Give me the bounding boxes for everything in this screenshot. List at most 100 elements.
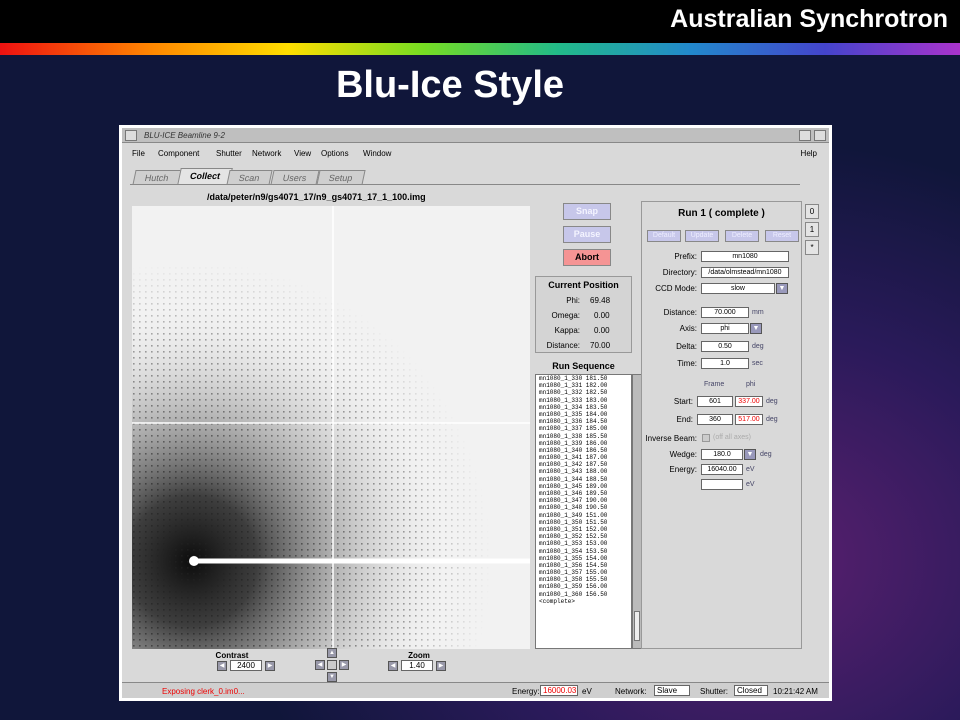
diffraction-image[interactable]	[132, 206, 530, 649]
run-sequence-item[interactable]: mn1080_1_352 152.50	[536, 533, 631, 540]
zoom-input[interactable]: 1.40	[401, 660, 433, 671]
run-sequence-item[interactable]: mn1080_1_339 186.00	[536, 440, 631, 447]
ccd-mode-dropdown-icon[interactable]: ▼	[776, 283, 788, 294]
run-tab-0[interactable]: 0	[805, 204, 819, 219]
time-input[interactable]: 1.0	[701, 358, 749, 369]
menu-help[interactable]: Help	[801, 149, 817, 158]
pause-button[interactable]: Pause	[563, 226, 611, 243]
run-sequence-list[interactable]: mn1080_1_330 181.50 mn1080_1_331 182.00 mn…	[535, 374, 632, 649]
contrast-input[interactable]: 2400	[230, 660, 262, 671]
run-sequence-item[interactable]: mn1080_1_350 151.50	[536, 519, 631, 526]
tab-hutch[interactable]: Hutch	[132, 170, 182, 185]
run-sequence-item[interactable]: <complete>	[536, 598, 631, 605]
run-sequence-title: Run Sequence	[552, 361, 615, 371]
run-sequence-item[interactable]: mn1080_1_351 152.00	[536, 526, 631, 533]
delta-input[interactable]: 0.50	[701, 341, 749, 352]
run-sequence-item[interactable]: mn1080_1_346 189.50	[536, 490, 631, 497]
run-sequence-item[interactable]: mn1080_1_331 182.00	[536, 382, 631, 389]
prefix-label: Prefix:	[674, 252, 697, 261]
delete-button[interactable]: Delete	[725, 230, 759, 242]
run-panel: Run 1 ( complete ) Default Update Delete…	[641, 201, 802, 649]
run-sequence-item[interactable]: mn1080_1_345 189.00	[536, 483, 631, 490]
run-sequence-item[interactable]: mn1080_1_338 185.50	[536, 433, 631, 440]
pan-left-icon[interactable]: ◀	[315, 660, 325, 670]
run-sequence-item[interactable]: mn1080_1_353 153.00	[536, 540, 631, 547]
minimize-icon[interactable]	[799, 130, 811, 141]
tab-scan[interactable]: Scan	[226, 170, 273, 185]
scrollbar-thumb[interactable]	[634, 611, 640, 641]
run-sequence-item[interactable]: mn1080_1_356 154.50	[536, 562, 631, 569]
run-sequence-item[interactable]: mn1080_1_357 155.00	[536, 569, 631, 576]
menu-network[interactable]: Network	[252, 149, 281, 158]
axis-select[interactable]: phi	[701, 323, 749, 334]
wedge-input[interactable]: 180.0	[701, 449, 743, 460]
inverse-beam-checkbox[interactable]	[702, 434, 710, 442]
directory-input[interactable]: /data/olmstead/mn1080	[701, 267, 789, 278]
run-sequence-item[interactable]: mn1080_1_337 185.00	[536, 425, 631, 432]
run-sequence-item[interactable]: mn1080_1_341 187.00	[536, 454, 631, 461]
distance-input[interactable]: 70.000	[701, 307, 749, 318]
run-sequence-item[interactable]: mn1080_1_343 188.00	[536, 468, 631, 475]
menu-shutter[interactable]: Shutter	[216, 149, 242, 158]
tab-users[interactable]: Users	[270, 170, 320, 185]
energy-input[interactable]: 16040.00	[701, 464, 743, 475]
axis-dropdown-icon[interactable]: ▼	[750, 323, 762, 334]
menu-options[interactable]: Options	[321, 149, 349, 158]
tab-collect[interactable]: Collect	[177, 168, 233, 185]
pan-center-icon[interactable]	[327, 660, 337, 670]
update-button[interactable]: Update	[685, 230, 719, 242]
run-sequence-item[interactable]: mn1080_1_358 155.50	[536, 576, 631, 583]
run-sequence-item[interactable]: mn1080_1_330 181.50	[536, 375, 631, 382]
diffraction-pattern-svg	[132, 206, 530, 649]
delta-label: Delta:	[676, 342, 697, 351]
tab-setup[interactable]: Setup	[316, 170, 366, 185]
run-sequence-item[interactable]: mn1080_1_348 190.50	[536, 504, 631, 511]
start-phi-input[interactable]: 337.00	[735, 396, 763, 407]
prefix-input[interactable]: mn1080	[701, 251, 789, 262]
run-sequence-item[interactable]: mn1080_1_355 154.00	[536, 555, 631, 562]
end-frame-input[interactable]: 360	[697, 414, 733, 425]
phi-value: 69.48	[590, 296, 611, 305]
reset-button[interactable]: Reset	[765, 230, 799, 242]
abort-button[interactable]: Abort	[563, 249, 611, 266]
run-sequence-item[interactable]: mn1080_1_333 183.00	[536, 397, 631, 404]
status-energy-label: Energy:	[512, 687, 540, 696]
pan-down-icon[interactable]: ▼	[327, 672, 337, 682]
run-sequence-item[interactable]: mn1080_1_336 184.50	[536, 418, 631, 425]
run-tab-1[interactable]: 1	[805, 222, 819, 237]
run-sequence-item[interactable]: mn1080_1_340 186.50	[536, 447, 631, 454]
contrast-increase-icon[interactable]: ▶	[265, 661, 275, 671]
run-sequence-item[interactable]: mn1080_1_347 190.00	[536, 497, 631, 504]
contrast-decrease-icon[interactable]: ◀	[217, 661, 227, 671]
menu-file[interactable]: File	[132, 149, 145, 158]
window-menu-icon[interactable]	[125, 130, 137, 141]
tab-divider	[130, 184, 800, 185]
run-sequence-item[interactable]: mn1080_1_342 187.50	[536, 461, 631, 468]
run-sequence-item[interactable]: mn1080_1_359 156.00	[536, 583, 631, 590]
run-sequence-item[interactable]: mn1080_1_334 183.50	[536, 404, 631, 411]
zoom-in-icon[interactable]: ▶	[436, 661, 446, 671]
ccd-mode-select[interactable]: slow	[701, 283, 775, 294]
menu-view[interactable]: View	[294, 149, 311, 158]
wedge-dropdown-icon[interactable]: ▼	[744, 449, 756, 460]
end-phi-input[interactable]: 517.00	[735, 414, 763, 425]
run-sequence-item[interactable]: mn1080_1_344 188.50	[536, 476, 631, 483]
snap-button[interactable]: Snap	[563, 203, 611, 220]
menu-window[interactable]: Window	[363, 149, 391, 158]
run-sequence-item[interactable]: mn1080_1_349 151.00	[536, 512, 631, 519]
pan-up-icon[interactable]: ▲	[327, 648, 337, 658]
run-tab-new[interactable]: *	[805, 240, 819, 255]
zoom-out-icon[interactable]: ◀	[388, 661, 398, 671]
run-sequence-item[interactable]: mn1080_1_332 182.50	[536, 389, 631, 396]
pan-right-icon[interactable]: ▶	[339, 660, 349, 670]
start-label: Start:	[673, 397, 693, 406]
menu-component[interactable]: Component	[158, 149, 199, 158]
run-sequence-item[interactable]: mn1080_1_360 156.50	[536, 591, 631, 598]
maximize-icon[interactable]	[814, 130, 826, 141]
default-button[interactable]: Default	[647, 230, 681, 242]
energy2-input[interactable]	[701, 479, 743, 490]
start-frame-input[interactable]: 601	[697, 396, 733, 407]
run-sequence-item[interactable]: mn1080_1_335 184.00	[536, 411, 631, 418]
run-sequence-item[interactable]: mn1080_1_354 153.50	[536, 548, 631, 555]
contrast-label: Contrast	[215, 651, 249, 660]
